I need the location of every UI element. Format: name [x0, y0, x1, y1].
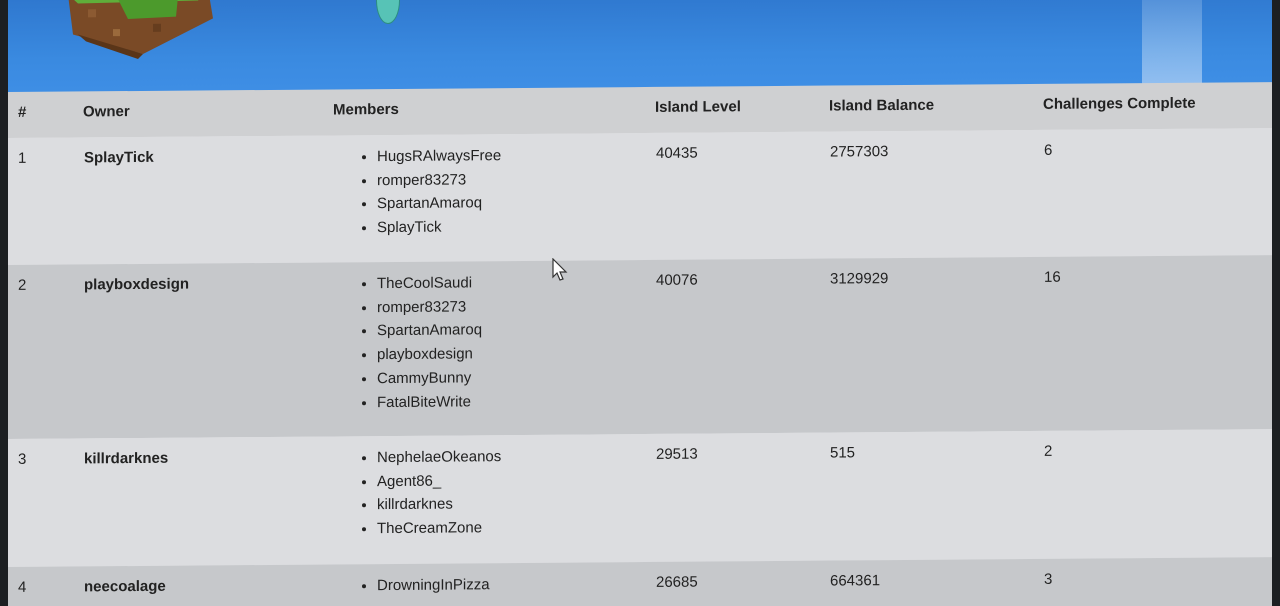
screen: # Owner Members Island Level Island Bala… — [8, 0, 1272, 606]
header-challenges-complete: Challenges Complete — [1043, 94, 1196, 113]
challenges-cell: 16 — [1044, 268, 1061, 286]
owner-cell: SplayTick — [84, 148, 154, 167]
island-balance-cell: 2757303 — [830, 143, 889, 161]
member-list: TheCoolSaudi romper83273 SpartanAmaroq p… — [334, 270, 654, 415]
island-balance-cell: 3129929 — [830, 270, 889, 288]
member-item: SpartanAmaroq — [377, 190, 654, 216]
member-item: TheCreamZone — [377, 515, 654, 541]
member-item: romper83273 — [377, 167, 654, 193]
member-list: HugsRAlwaysFree romper83273 SpartanAmaro… — [334, 143, 654, 240]
member-list: NephelaeOkeanos Agent86_ killrdarknes Th… — [334, 444, 654, 541]
mouse-cursor-icon — [552, 258, 568, 281]
members-cell: NephelaeOkeanos Agent86_ killrdarknes Th… — [333, 434, 655, 565]
members-cell: DrowningInPizza — [333, 562, 655, 606]
member-item: killrdarknes — [377, 491, 654, 517]
member-item: Agent86_ — [377, 468, 654, 494]
island-balance-cell: 515 — [830, 444, 856, 462]
rank-cell: 2 — [18, 276, 27, 294]
island-level-cell: 40435 — [656, 144, 698, 162]
island-balance-cell: 664361 — [830, 572, 881, 590]
member-item: DrowningInPizza — [377, 572, 654, 598]
challenges-cell: 3 — [1044, 570, 1053, 588]
rank-cell: 3 — [18, 450, 27, 468]
table-row[interactable]: 3 killrdarknes NephelaeOkeanos Agent86_ … — [8, 429, 1272, 567]
owner-cell: neecoalage — [84, 577, 166, 596]
rank-cell: 4 — [18, 578, 27, 596]
owner-cell: playboxdesign — [84, 275, 190, 294]
grass-block-island-icon — [68, 0, 213, 59]
member-item: playboxdesign — [377, 341, 654, 367]
header-island-level: Island Level — [655, 98, 741, 116]
island-level-cell: 29513 — [656, 445, 698, 463]
member-item: NephelaeOkeanos — [377, 444, 654, 470]
challenges-cell: 2 — [1044, 442, 1053, 460]
droplet-icon — [376, 0, 400, 25]
member-item: SpartanAmaroq — [377, 317, 654, 343]
table-row[interactable]: 2 playboxdesign TheCoolSaudi romper83273… — [8, 255, 1272, 439]
member-item: HugsRAlwaysFree — [377, 143, 654, 169]
screen-glare — [1142, 0, 1202, 92]
member-item: CammyBunny — [377, 365, 654, 391]
table-row[interactable]: 1 SplayTick HugsRAlwaysFree romper83273 … — [8, 128, 1272, 265]
header-rank: # — [18, 103, 27, 121]
member-list: DrowningInPizza — [334, 572, 654, 598]
owner-cell: killrdarknes — [84, 449, 169, 468]
header-owner: Owner — [83, 103, 130, 121]
members-cell: TheCoolSaudi romper83273 SpartanAmaroq p… — [333, 260, 655, 437]
member-item: TheCoolSaudi — [377, 270, 654, 296]
island-level-cell: 26685 — [656, 573, 698, 591]
challenges-cell: 6 — [1044, 141, 1053, 159]
member-item: FatalBiteWrite — [377, 388, 654, 414]
member-item: romper83273 — [377, 294, 654, 320]
island-leaderboard-table: # Owner Members Island Level Island Bala… — [8, 82, 1272, 606]
members-cell: HugsRAlwaysFree romper83273 SpartanAmaro… — [333, 133, 655, 263]
member-item: SplayTick — [377, 214, 654, 240]
island-level-cell: 40076 — [656, 271, 698, 289]
header-members: Members — [333, 100, 399, 119]
header-island-balance: Island Balance — [829, 96, 935, 115]
rank-cell: 1 — [18, 149, 27, 167]
